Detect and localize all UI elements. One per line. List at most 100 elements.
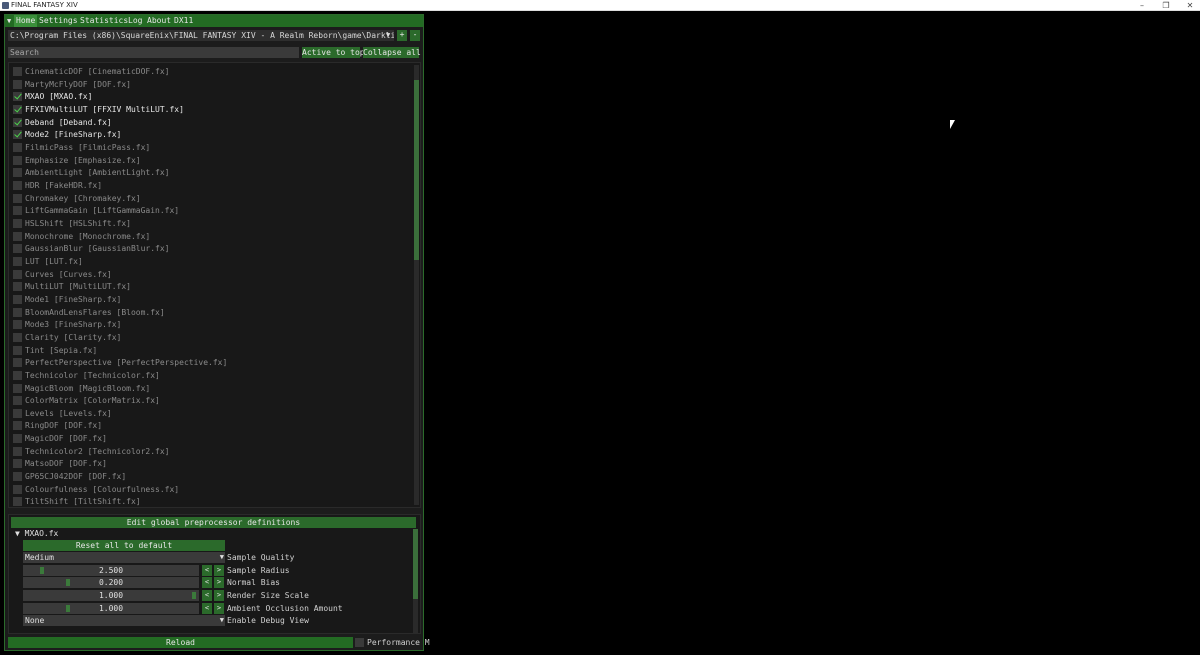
chevron-down-icon[interactable]: ▼ xyxy=(220,615,224,626)
effect-label: GP65CJ042DOF [DOF.fx] xyxy=(25,472,127,482)
effect-checkbox[interactable] xyxy=(13,218,22,228)
effect-list-scrollbar[interactable] xyxy=(414,65,419,505)
decrement-button[interactable]: < xyxy=(202,564,212,576)
param-slider[interactable]: 0.200 xyxy=(23,577,199,589)
slider-grab[interactable] xyxy=(66,604,70,612)
scrollbar-thumb[interactable] xyxy=(414,80,419,260)
param-slider[interactable]: 2.500 xyxy=(23,564,199,576)
effect-label: HSLShift [HSLShift.fx] xyxy=(25,218,131,228)
param-value: 1.000 xyxy=(98,603,124,613)
search-input[interactable]: Search xyxy=(8,47,299,58)
effect-checkbox[interactable] xyxy=(13,104,22,114)
tab-statistics[interactable]: Statistics xyxy=(78,15,130,27)
effect-checkbox[interactable] xyxy=(13,332,22,342)
effect-checkbox[interactable] xyxy=(13,168,22,178)
effect-checkbox[interactable] xyxy=(13,320,22,330)
effect-label: MagicDOF [DOF.fx] xyxy=(25,434,107,444)
decrement-button[interactable]: < xyxy=(202,577,212,589)
effect-checkbox[interactable] xyxy=(13,434,22,444)
effect-label: LiftGammaGain [LiftGammaGain.fx] xyxy=(25,206,180,216)
effect-checkbox[interactable] xyxy=(13,130,22,140)
decrement-button[interactable]: < xyxy=(202,589,212,601)
param-combo[interactable]: None ▼ xyxy=(23,615,225,627)
effect-checkbox[interactable] xyxy=(13,155,22,165)
effect-checkbox[interactable] xyxy=(13,345,22,355)
effect-checkbox[interactable] xyxy=(13,497,22,507)
effect-label: FilmicPass [FilmicPass.fx] xyxy=(25,142,151,152)
tab-about[interactable]: About xyxy=(145,15,173,27)
effect-label: Technicolor [Technicolor.fx] xyxy=(25,370,160,380)
effect-checkbox[interactable] xyxy=(13,269,22,279)
chevron-down-icon[interactable]: ▼ xyxy=(220,552,224,563)
effect-label: MagicBloom [MagicBloom.fx] xyxy=(25,383,151,393)
effect-checkbox[interactable] xyxy=(13,231,22,241)
effect-checkbox[interactable] xyxy=(13,294,22,304)
effect-label: Mode1 [FineSharp.fx] xyxy=(25,294,122,304)
tab-log[interactable]: Log xyxy=(126,15,144,27)
effect-checkbox[interactable] xyxy=(13,370,22,380)
increment-button[interactable]: > xyxy=(214,577,224,589)
remove-preset-button[interactable]: - xyxy=(410,30,420,41)
effect-checkbox[interactable] xyxy=(13,383,22,393)
close-button[interactable]: ✕ xyxy=(1178,0,1200,11)
effect-checkbox[interactable] xyxy=(13,67,22,76)
collapse-arrow-icon[interactable]: ▼ xyxy=(7,15,11,27)
effect-checkbox[interactable] xyxy=(13,307,22,317)
scrollbar-thumb[interactable] xyxy=(413,529,418,599)
effect-checkbox[interactable] xyxy=(13,459,22,469)
preset-selector[interactable]: C:\Program Files (x86)\SquareEnix\FINAL … xyxy=(8,30,394,41)
effect-checkbox[interactable] xyxy=(13,282,22,292)
effect-checkbox[interactable] xyxy=(13,180,22,190)
effect-section-header[interactable]: ▼ MXAO.fx xyxy=(15,528,58,539)
effect-checkbox[interactable] xyxy=(13,79,22,89)
performance-mode-checkbox[interactable] xyxy=(355,638,364,647)
effect-label: Levels [Levels.fx] xyxy=(25,408,112,418)
minimize-button[interactable]: – xyxy=(1130,0,1154,11)
effect-checkbox[interactable] xyxy=(13,117,22,127)
increment-button[interactable]: > xyxy=(214,564,224,576)
param-combo[interactable]: Medium ▼ xyxy=(23,552,225,563)
effect-checkbox[interactable] xyxy=(13,193,22,203)
effect-checkbox[interactable] xyxy=(13,446,22,456)
effect-checkbox[interactable] xyxy=(13,484,22,494)
effect-checkbox[interactable] xyxy=(13,396,22,406)
effect-label: Chromakey [Chromakey.fx] xyxy=(25,193,141,203)
slider-grab[interactable] xyxy=(192,591,196,599)
collapse-all-button[interactable]: Collapse all xyxy=(363,47,421,58)
effect-checkbox[interactable] xyxy=(13,408,22,418)
effect-checkbox[interactable] xyxy=(13,244,22,254)
edit-preprocessor-button[interactable]: Edit global preprocessor definitions xyxy=(11,517,416,528)
tab-settings[interactable]: Settings xyxy=(37,15,80,27)
param-label: Sample Radius xyxy=(227,565,290,575)
chevron-down-icon[interactable]: ▼ xyxy=(386,30,394,41)
increment-button[interactable]: > xyxy=(214,602,224,614)
effect-checkbox[interactable] xyxy=(13,472,22,482)
tab-home[interactable]: Home xyxy=(14,15,38,27)
reload-button[interactable]: Reload xyxy=(8,637,353,648)
restore-button[interactable]: ❐ xyxy=(1154,0,1178,11)
effect-label: Deband [Deband.fx] xyxy=(25,117,112,127)
reset-default-button[interactable]: Reset all to default xyxy=(23,540,225,551)
effect-label: Mode3 [FineSharp.fx] xyxy=(25,320,122,330)
mouse-cursor-icon xyxy=(950,120,955,129)
active-to-top-button[interactable]: Active to top xyxy=(302,47,365,58)
slider-grab[interactable] xyxy=(40,566,44,574)
slider-grab[interactable] xyxy=(66,579,70,587)
effect-checkbox[interactable] xyxy=(13,92,22,102)
effect-checkbox[interactable] xyxy=(13,256,22,266)
decrement-button[interactable]: < xyxy=(202,602,212,614)
window-title: FINAL FANTASY XIV xyxy=(11,1,78,9)
add-preset-button[interactable]: + xyxy=(397,30,407,41)
param-slider[interactable]: 1.000 xyxy=(23,602,199,614)
increment-button[interactable]: > xyxy=(214,589,224,601)
param-label: Normal Bias xyxy=(227,578,280,588)
effect-checkbox[interactable] xyxy=(13,206,22,216)
param-label: Enable Debug View xyxy=(227,616,309,626)
param-slider[interactable]: 1.000 xyxy=(23,589,199,601)
effect-label: MultiLUT [MultiLUT.fx] xyxy=(25,282,131,292)
effect-checkbox[interactable] xyxy=(13,421,22,431)
params-scrollbar[interactable] xyxy=(413,529,418,633)
tab-dx11[interactable]: DX11 xyxy=(172,15,195,27)
effect-checkbox[interactable] xyxy=(13,358,22,368)
effect-checkbox[interactable] xyxy=(13,142,22,152)
